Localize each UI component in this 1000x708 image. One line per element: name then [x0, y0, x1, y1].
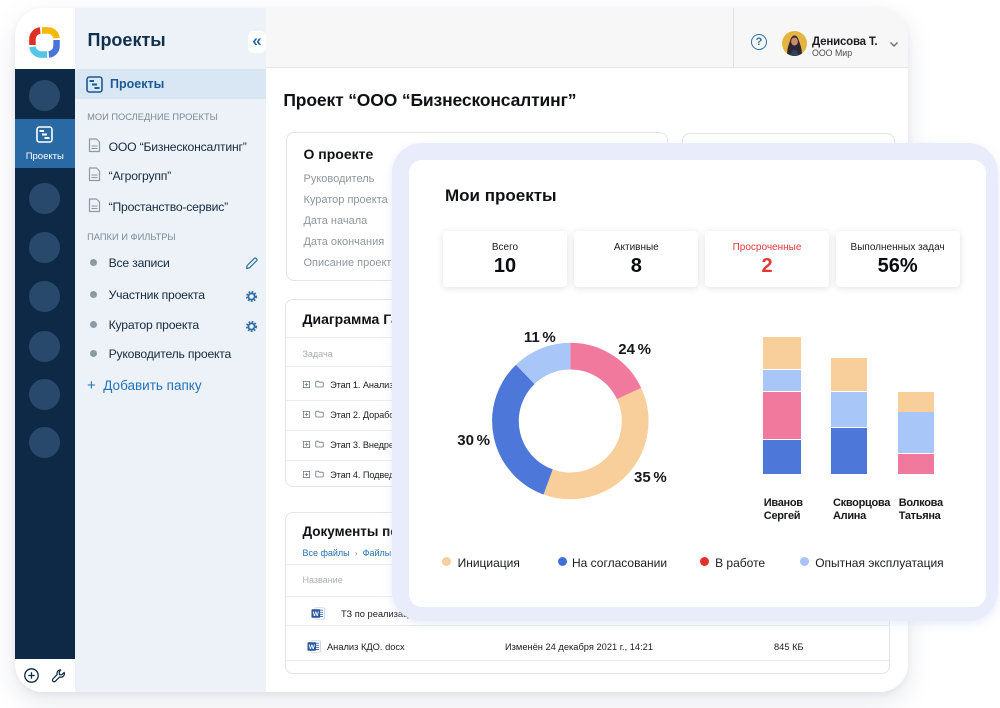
- svg-text:W: W: [309, 644, 316, 651]
- svg-text:W: W: [312, 611, 319, 618]
